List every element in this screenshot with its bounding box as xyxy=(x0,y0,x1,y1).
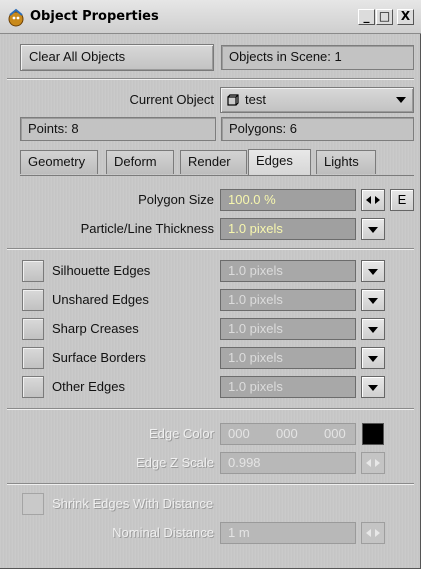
left-right-arrows-icon xyxy=(366,196,380,204)
sharp-creases-thickness-field[interactable]: 1.0 pixels xyxy=(220,318,356,340)
left-right-arrows-icon xyxy=(366,529,380,537)
objects-in-scene-readout: Objects in Scene: 1 xyxy=(221,45,414,70)
tab-bar: Geometry Deform Render Edges Lights xyxy=(20,149,414,176)
other-edges-checkbox[interactable] xyxy=(22,376,44,398)
silhouette-edges-dropdown-button[interactable] xyxy=(361,260,385,282)
separator xyxy=(7,408,414,410)
silhouette-edges-checkbox[interactable] xyxy=(22,260,44,282)
edge-z-scale-field[interactable]: 0.998 xyxy=(220,452,356,474)
edge-color-field[interactable]: 000 000 000 xyxy=(220,423,356,445)
polygon-size-field[interactable]: 100.0 % xyxy=(220,189,356,211)
minimize-button[interactable]: _ xyxy=(358,9,375,25)
lightwave-app-icon xyxy=(8,8,24,27)
edge-color-blue: 000 xyxy=(324,426,346,441)
current-object-dropdown[interactable]: test xyxy=(220,87,414,113)
silhouette-edges-label: Silhouette Edges xyxy=(52,263,151,278)
chevron-down-icon xyxy=(368,385,378,391)
tab-deform[interactable]: Deform xyxy=(106,150,174,174)
chevron-down-icon xyxy=(368,227,378,233)
particle-line-thickness-label: Particle/Line Thickness xyxy=(80,221,214,236)
points-readout: Points: 8 xyxy=(20,117,216,141)
clear-all-objects-button[interactable]: Clear All Objects xyxy=(20,44,214,71)
sharp-creases-label: Sharp Creases xyxy=(52,321,139,336)
window-title: Object Properties xyxy=(30,9,159,24)
current-object-value: test xyxy=(245,92,266,107)
other-edges-thickness-field[interactable]: 1.0 pixels xyxy=(220,376,356,398)
silhouette-edges-thickness-field[interactable]: 1.0 pixels xyxy=(220,260,356,282)
current-object-label: Current Object xyxy=(129,92,214,107)
separator xyxy=(7,78,414,80)
title-bar[interactable]: Object Properties _ □ X xyxy=(0,0,421,34)
chevron-down-icon xyxy=(396,97,406,103)
envelope-button[interactable]: E xyxy=(390,189,414,211)
nominal-distance-label: Nominal Distance xyxy=(112,525,214,540)
edge-z-scale-slider-button[interactable] xyxy=(361,452,385,474)
object-properties-window: Object Properties _ □ X Clear All Object… xyxy=(0,0,421,569)
chevron-down-icon xyxy=(368,356,378,362)
tab-geometry[interactable]: Geometry xyxy=(20,150,98,174)
sharp-creases-checkbox[interactable] xyxy=(22,318,44,340)
chevron-down-icon xyxy=(368,298,378,304)
chevron-down-icon xyxy=(368,327,378,333)
edge-color-green: 000 xyxy=(276,426,298,441)
polygon-size-label: Polygon Size xyxy=(138,192,214,207)
unshared-edges-thickness-field[interactable]: 1.0 pixels xyxy=(220,289,356,311)
surface-borders-label: Surface Borders xyxy=(52,350,146,365)
edge-color-label: Edge Color xyxy=(148,426,214,441)
shrink-edges-label: Shrink Edges With Distance xyxy=(52,496,214,511)
other-edges-label: Other Edges xyxy=(52,379,125,394)
tab-edges[interactable]: Edges xyxy=(248,149,311,175)
surface-borders-thickness-field[interactable]: 1.0 pixels xyxy=(220,347,356,369)
edge-z-scale-label: Edge Z Scale xyxy=(135,455,214,470)
thickness-dropdown-button[interactable] xyxy=(361,218,385,240)
sharp-creases-dropdown-button[interactable] xyxy=(361,318,385,340)
nominal-distance-slider-button[interactable] xyxy=(361,522,385,544)
separator xyxy=(7,483,414,485)
tab-lights[interactable]: Lights xyxy=(316,150,376,174)
tab-render[interactable]: Render xyxy=(180,150,247,174)
edge-color-swatch[interactable] xyxy=(362,423,384,445)
object-cube-icon xyxy=(227,94,239,106)
left-right-arrows-icon xyxy=(366,459,380,467)
surface-borders-checkbox[interactable] xyxy=(22,347,44,369)
other-edges-dropdown-button[interactable] xyxy=(361,376,385,398)
particle-line-thickness-field[interactable]: 1.0 pixels xyxy=(220,218,356,240)
shrink-edges-checkbox[interactable] xyxy=(22,493,44,515)
polygons-readout: Polygons: 6 xyxy=(221,117,414,141)
nominal-distance-field[interactable]: 1 m xyxy=(220,522,356,544)
edge-color-red: 000 xyxy=(228,426,250,441)
maximize-button[interactable]: □ xyxy=(376,9,393,25)
unshared-edges-dropdown-button[interactable] xyxy=(361,289,385,311)
chevron-down-icon xyxy=(368,269,378,275)
close-button[interactable]: X xyxy=(397,9,414,25)
surface-borders-dropdown-button[interactable] xyxy=(361,347,385,369)
unshared-edges-checkbox[interactable] xyxy=(22,289,44,311)
polygon-size-slider-button[interactable] xyxy=(361,189,385,211)
separator xyxy=(7,248,414,250)
unshared-edges-label: Unshared Edges xyxy=(52,292,149,307)
